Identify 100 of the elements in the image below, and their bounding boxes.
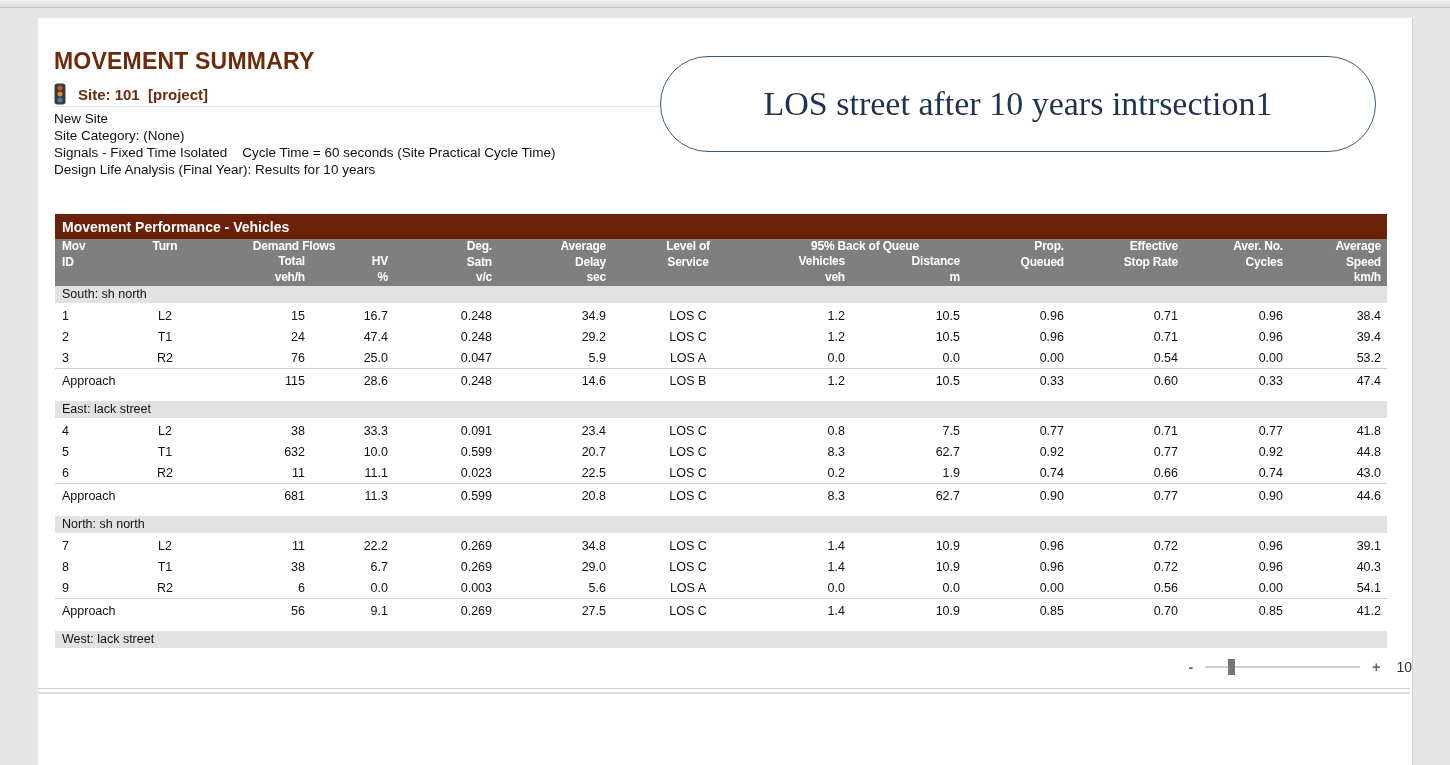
table-cell-text: 5.6 xyxy=(587,580,606,595)
table-cell-text: 7 xyxy=(61,538,70,553)
table-cell-text: 0.70 xyxy=(1152,604,1178,618)
table-cell-text: 10.5 xyxy=(934,329,960,344)
table-cell-text: 0.77 xyxy=(1038,423,1064,438)
table-cell-text: 5.9 xyxy=(587,350,606,365)
report-title: MOVEMENT SUMMARY xyxy=(54,48,316,75)
table-cell-text: LOS C xyxy=(668,559,708,574)
table-cell-text: 0.77 xyxy=(1152,489,1178,503)
table-cell-text: 44.6 xyxy=(1355,489,1381,503)
table-cell-text: 1.4 xyxy=(826,559,845,574)
table-cell-text: 29.2 xyxy=(580,329,606,344)
column-header: Effective Stop Rate xyxy=(1122,239,1178,271)
table-cell-text: 0.0 xyxy=(826,580,845,595)
table-cell-text: 39.4 xyxy=(1355,329,1381,344)
table-cell-text: 0.269 xyxy=(459,604,492,618)
table-cell-text: 0.599 xyxy=(459,489,492,503)
table-cell-text: 0.90 xyxy=(1038,489,1064,503)
table-cell-text: 1.2 xyxy=(826,329,845,344)
table-cell-text: 0.00 xyxy=(1038,580,1064,595)
table-cell-text: 6 xyxy=(61,465,70,480)
table-cell-text: 0.54 xyxy=(1152,350,1178,365)
table-cell-text: LOS A xyxy=(668,580,708,595)
column-header: HV % xyxy=(370,254,388,286)
site-detail: Design Life Analysis (Final Year): Results for 10 years xyxy=(54,161,377,178)
table-cell-text: 0.96 xyxy=(1038,538,1064,553)
table-cell-text: 44.8 xyxy=(1355,444,1381,459)
table-cell-text: 0.96 xyxy=(1257,308,1283,323)
table-cell-text: T1 xyxy=(156,559,174,574)
table-cell-text: 15 xyxy=(290,308,305,323)
zoom-out-button[interactable]: - xyxy=(1186,659,1196,675)
callout-box: LOS street after 10 years intrsection1 xyxy=(660,56,1376,152)
zoom-percent: 10 xyxy=(1396,659,1412,675)
table-cell-text: 0.003 xyxy=(459,580,492,595)
column-header: Turn xyxy=(151,239,179,255)
table-cell-text: 20.7 xyxy=(580,444,606,459)
table-cell-text: 38 xyxy=(290,423,305,438)
table-cell-text: 22.5 xyxy=(580,465,606,480)
table-cell-text: 0.96 xyxy=(1038,329,1064,344)
table-cell-text: 0.00 xyxy=(1257,580,1283,595)
table-cell-text: 41.2 xyxy=(1355,604,1381,618)
table-cell-text: 0.33 xyxy=(1257,374,1283,388)
table-cell-text: Approach xyxy=(61,489,117,503)
site-detail: New Site xyxy=(54,110,110,127)
zoom-in-button[interactable]: + xyxy=(1370,659,1383,675)
zoom-slider-thumb[interactable] xyxy=(1227,659,1235,675)
table-cell-text: 23.4 xyxy=(580,423,606,438)
column-header: Average Speed km/h xyxy=(1334,239,1381,286)
table-cell-text: 0.96 xyxy=(1038,559,1064,574)
table-cell-text: 38.4 xyxy=(1355,308,1381,323)
table-cell-text: 0.72 xyxy=(1152,538,1178,553)
table-cell-text: 10.5 xyxy=(934,374,960,388)
table-cell-text: 0.0 xyxy=(941,580,960,595)
table-cell-text: 0.71 xyxy=(1152,423,1178,438)
column-header: Distance m xyxy=(910,254,960,286)
table-cell-text: 0.71 xyxy=(1152,329,1178,344)
table-cell-text: 41.8 xyxy=(1355,423,1381,438)
table-cell-text: 0.0 xyxy=(369,580,388,595)
table-cell-text: 4 xyxy=(61,423,70,438)
table-cell-text: 10.9 xyxy=(934,559,960,574)
table-cell-text: 0.85 xyxy=(1257,604,1283,618)
table-cell-text: 7.5 xyxy=(941,423,960,438)
column-group-header: 95% Back of Queue xyxy=(810,239,920,254)
table-cell-text: 0.0 xyxy=(826,350,845,365)
table-cell-text: 0.269 xyxy=(459,538,492,553)
table-cell-text: 0.8 xyxy=(826,423,845,438)
table-cell-text: 34.9 xyxy=(580,308,606,323)
table-cell-text: 115 xyxy=(284,374,305,388)
table-cell-text: 5 xyxy=(61,444,70,459)
table-cell-text: 56 xyxy=(290,604,305,618)
site-detail: Signals - Fixed Time Isolated Cycle Time = 60 seconds (Site Practical Cycle Time) xyxy=(54,144,557,161)
table-cell-text: 0.2 xyxy=(826,465,845,480)
table-cell-text: 14.6 xyxy=(580,374,606,388)
table-cell-text: 2 xyxy=(61,329,70,344)
table-cell-text: R2 xyxy=(156,465,174,480)
table-cell-text: 0.248 xyxy=(459,308,492,323)
table-cell-text: LOS C xyxy=(668,489,708,503)
table-cell-text: 0.71 xyxy=(1152,308,1178,323)
site-heading: Site: 101 [project] xyxy=(78,85,209,103)
table-cell-text: 22.2 xyxy=(362,538,388,553)
table-cell-text: 0.023 xyxy=(459,465,492,480)
section-label: South: sh north xyxy=(62,287,147,301)
table-cell-text: 1.4 xyxy=(826,604,845,618)
table-cell-text: L2 xyxy=(157,538,173,553)
table-cell-text: 0.56 xyxy=(1152,580,1178,595)
table-cell-text: 28.6 xyxy=(362,374,388,388)
table-cell-text: 62.7 xyxy=(934,489,960,503)
table-cell-text: 38 xyxy=(290,559,305,574)
table-cell-text: 1.2 xyxy=(826,308,845,323)
table-cell-text: 47.4 xyxy=(362,329,388,344)
table-cell-text: R2 xyxy=(156,350,174,365)
table-cell-text: 0.96 xyxy=(1257,538,1283,553)
table-cell-text: 16.7 xyxy=(362,308,388,323)
table-title: Movement Performance - Vehicles xyxy=(55,214,1387,239)
table-cell-text: 0.00 xyxy=(1257,350,1283,365)
table-cell-text: 0.60 xyxy=(1152,374,1178,388)
table-cell-text: 0.92 xyxy=(1038,444,1064,459)
table-cell-text: 681 xyxy=(283,489,305,503)
site-detail: Site Category: (None) xyxy=(54,127,186,144)
table-cell-text: LOS C xyxy=(668,444,708,459)
